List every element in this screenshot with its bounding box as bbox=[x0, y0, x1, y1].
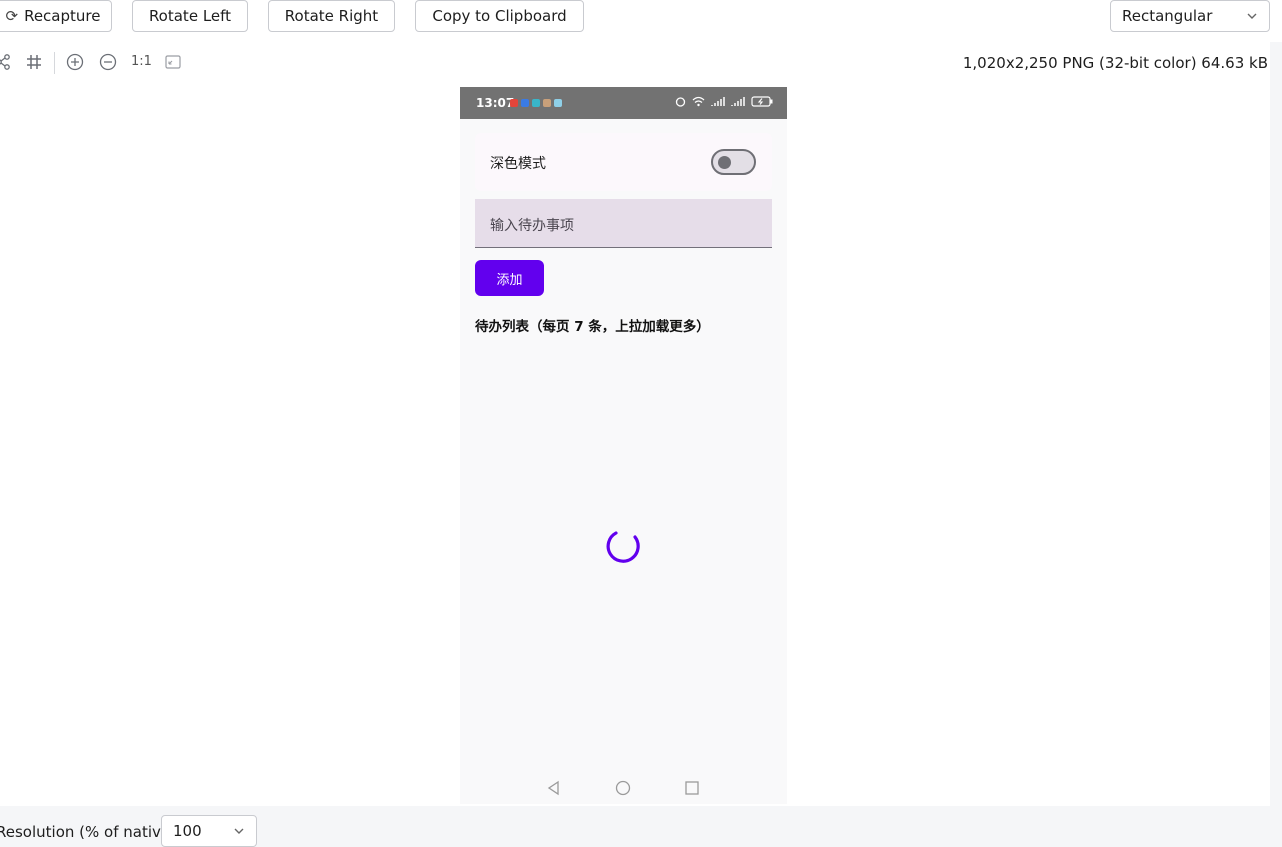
dark-mode-card: 深色模式 bbox=[475, 133, 772, 191]
resolution-select[interactable]: 100 bbox=[161, 815, 257, 847]
bottom-bar: Resolution (% of native): 100 bbox=[0, 806, 1282, 847]
chevron-down-icon bbox=[1247, 13, 1257, 19]
chevron-down-icon bbox=[234, 828, 244, 834]
system-status-icons bbox=[675, 96, 773, 107]
app-notification-icon bbox=[521, 99, 529, 107]
app-notification-icon bbox=[543, 99, 551, 107]
refresh-icon: ⟳ bbox=[5, 7, 19, 25]
wifi-icon bbox=[692, 96, 705, 107]
signal-icon bbox=[731, 96, 745, 106]
todo-list-title: 待办列表（每页 7 条，上拉加载更多） bbox=[475, 319, 710, 335]
resolution-label: Resolution (% of native): bbox=[0, 823, 182, 841]
app-notification-icon bbox=[532, 99, 540, 107]
status-bar: 13:07 bbox=[460, 87, 787, 119]
image-info: 1,020x2,250 PNG (32-bit color) 64.63 kB bbox=[962, 54, 1268, 72]
image-viewer: 1:1 1,020x2,250 PNG (32-bit color) 64.63… bbox=[0, 42, 1270, 806]
capture-mode-select[interactable]: Rectangular bbox=[1110, 0, 1270, 32]
add-todo-button[interactable]: 添加 bbox=[475, 260, 544, 296]
loading-spinner-icon bbox=[606, 531, 640, 563]
fit-window-icon[interactable] bbox=[164, 53, 182, 71]
dark-mode-label: 深色模式 bbox=[490, 156, 546, 172]
zoom-in-icon[interactable] bbox=[66, 53, 84, 71]
copy-label: Copy to Clipboard bbox=[432, 7, 567, 25]
alarm-icon bbox=[675, 97, 686, 107]
toolbar-divider bbox=[54, 52, 55, 74]
crop-grid-icon[interactable] bbox=[25, 53, 43, 71]
home-circle-icon[interactable] bbox=[615, 780, 631, 796]
todo-input-placeholder: 输入待办事项 bbox=[490, 218, 574, 234]
status-time: 13:07 bbox=[476, 96, 515, 110]
share-nodes-icon[interactable] bbox=[0, 53, 12, 71]
top-toolbar: ⟳ Recapture Rotate Left Rotate Right Cop… bbox=[0, 0, 1282, 42]
signal-icon bbox=[711, 96, 725, 106]
rotate-left-label: Rotate Left bbox=[148, 7, 232, 25]
todo-input-field[interactable]: 输入待办事项 bbox=[475, 199, 772, 248]
recapture-label: Recapture bbox=[24, 7, 101, 25]
rotate-right-button[interactable]: Rotate Right bbox=[268, 0, 395, 32]
capture-mode-value: Rectangular bbox=[1122, 7, 1213, 25]
resolution-value: 100 bbox=[173, 822, 202, 840]
back-triangle-icon[interactable] bbox=[546, 780, 562, 796]
rotate-left-button[interactable]: Rotate Left bbox=[132, 0, 248, 32]
recents-square-icon[interactable] bbox=[684, 780, 700, 796]
zoom-out-icon[interactable] bbox=[99, 53, 117, 71]
app-notification-icon bbox=[554, 99, 562, 107]
android-nav-bar bbox=[460, 771, 787, 804]
notification-icons bbox=[510, 99, 562, 107]
phone-screenshot: 13:07 深色模式 输入待办事项 添加 待办列表（每页 7 条，上拉加载更多） bbox=[460, 87, 787, 804]
copy-to-clipboard-button[interactable]: Copy to Clipboard bbox=[415, 0, 584, 32]
app-notification-icon bbox=[510, 99, 518, 107]
toggle-knob bbox=[718, 156, 731, 169]
zoom-reset-button[interactable]: 1:1 bbox=[131, 54, 152, 69]
rotate-right-label: Rotate Right bbox=[284, 7, 379, 25]
battery-icon bbox=[751, 96, 773, 107]
recapture-button[interactable]: ⟳ Recapture bbox=[0, 0, 112, 32]
dark-mode-toggle[interactable] bbox=[711, 149, 756, 175]
